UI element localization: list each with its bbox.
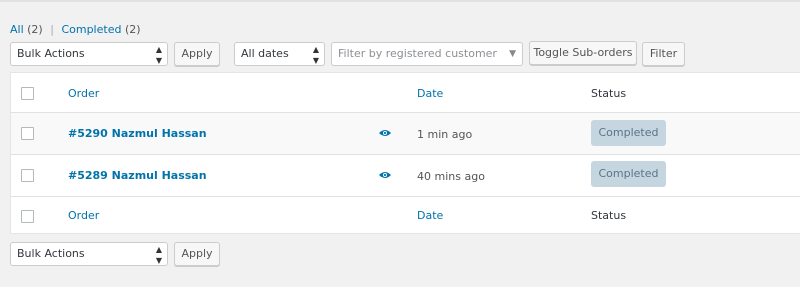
date-column-footer[interactable]: Date [417,209,443,222]
order-link[interactable]: #5289 Nazmul Hassan [68,169,207,182]
date-sort-link[interactable]: Date [417,87,443,100]
filter-button[interactable]: Filter [642,42,685,66]
status-column-header: Status [591,87,627,100]
customer-filter-placeholder: Filter by registered customer [338,47,497,60]
select-arrows-icon: ▲ ▼ [312,45,319,65]
chevron-down-icon: ▼ [509,49,516,59]
bulk-actions-value: Bulk Actions [17,47,85,60]
apply-button-bottom[interactable]: Apply [174,242,220,266]
row-checkbox[interactable] [21,127,34,140]
bulk-actions-value-bottom: Bulk Actions [17,247,85,260]
filter-all-count: (2) [27,23,43,36]
order-column-footer[interactable]: Order [68,209,99,222]
dates-value: All dates [241,47,289,60]
toggle-suborders-button[interactable]: Toggle Sub-orders [529,41,637,65]
status-filter-links: All (2) | Completed (2) [10,23,141,36]
filter-completed-label: Completed [61,23,122,36]
select-arrows-icon: ▲ ▼ [155,45,162,65]
select-arrows-icon: ▲ ▼ [155,245,162,265]
orders-table: Order Date Status #5290 Nazmul Hassan 1 … [10,72,800,234]
table-footer-row: Order Date Status [11,196,800,234]
table-header-row: Order Date Status [11,73,800,113]
date-column-header[interactable]: Date [417,87,443,100]
filter-completed-count: (2) [124,23,141,36]
table-row: #5289 Nazmul Hassan 40 mins ago Complete… [11,155,800,197]
order-column-header[interactable]: Order [68,87,99,100]
bulk-actions-select-bottom[interactable]: Bulk Actions ▲ ▼ [10,242,168,266]
date-sort-link-footer[interactable]: Date [417,209,443,222]
status-badge: Completed [591,161,666,187]
row-checkbox[interactable] [21,169,34,182]
order-link[interactable]: #5290 Nazmul Hassan [68,127,207,140]
status-badge: Completed [591,120,666,146]
filter-completed-link[interactable]: Completed [61,23,121,36]
eye-icon[interactable] [379,129,391,137]
order-date: 40 mins ago [417,170,485,183]
customer-filter-select[interactable]: Filter by registered customer ▼ [331,42,523,66]
eye-icon[interactable] [379,171,391,179]
apply-button-top[interactable]: Apply [174,42,220,66]
order-sort-link-footer[interactable]: Order [68,209,99,222]
bulk-actions-select-top[interactable]: Bulk Actions ▲ ▼ [10,42,168,66]
select-all-checkbox[interactable] [21,87,34,100]
status-column-footer: Status [591,209,627,222]
filter-all-link[interactable]: All [10,23,24,36]
filter-separator: | [50,23,54,36]
order-date: 1 min ago [417,128,473,141]
table-row: #5290 Nazmul Hassan 1 min ago Completed [11,113,800,155]
top-divider [0,0,800,2]
dates-select[interactable]: All dates ▲ ▼ [234,42,325,66]
filter-all-label: All [10,23,24,36]
order-sort-link[interactable]: Order [68,87,99,100]
select-all-checkbox-footer[interactable] [21,210,34,223]
